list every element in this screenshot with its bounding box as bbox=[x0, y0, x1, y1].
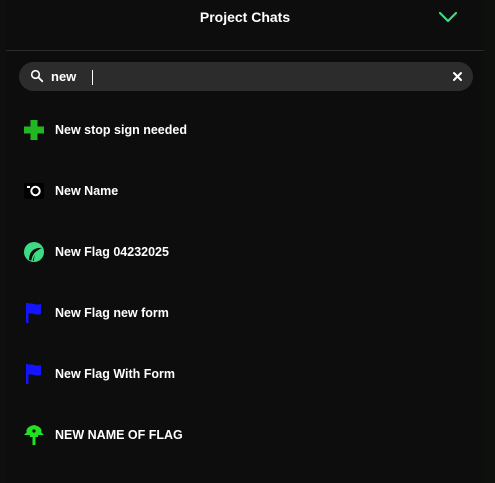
green-emblem-icon bbox=[24, 242, 44, 262]
green-plus-icon bbox=[24, 120, 44, 140]
chat-item[interactable]: New Flag 04232025 bbox=[6, 222, 484, 283]
chat-item-label: New stop sign needed bbox=[55, 123, 187, 137]
green-tree-icon bbox=[24, 425, 44, 445]
blue-flag-icon bbox=[26, 364, 41, 384]
chat-item-label: New Flag new form bbox=[55, 306, 169, 320]
chat-item-label: NEW NAME OF FLAG bbox=[55, 428, 183, 442]
chat-item-label: New Flag 04232025 bbox=[55, 245, 169, 259]
chat-item[interactable]: NEW NAME OF FLAG bbox=[6, 405, 484, 466]
blue-flag-icon bbox=[26, 303, 41, 323]
panel-title: Project Chats bbox=[199, 9, 291, 25]
project-chats-panel: Project Chats New stop sign needed bbox=[6, 0, 484, 483]
chat-item[interactable]: New stop sign needed bbox=[6, 100, 484, 161]
search-input[interactable] bbox=[51, 66, 431, 87]
camera-icon bbox=[24, 183, 44, 199]
search-icon bbox=[30, 69, 44, 83]
panel-header: Project Chats bbox=[6, 0, 484, 51]
chat-item[interactable]: New Name bbox=[6, 161, 484, 222]
text-cursor bbox=[92, 70, 93, 85]
chat-item[interactable]: New Flag With Form bbox=[6, 344, 484, 405]
chat-item-label: New Name bbox=[55, 184, 119, 198]
chat-item[interactable]: New Flag new form bbox=[6, 283, 484, 344]
search-bar[interactable] bbox=[19, 62, 473, 91]
close-icon[interactable] bbox=[451, 70, 464, 83]
chevron-down-icon[interactable] bbox=[436, 8, 460, 28]
chat-item-label: New Flag With Form bbox=[55, 367, 176, 381]
